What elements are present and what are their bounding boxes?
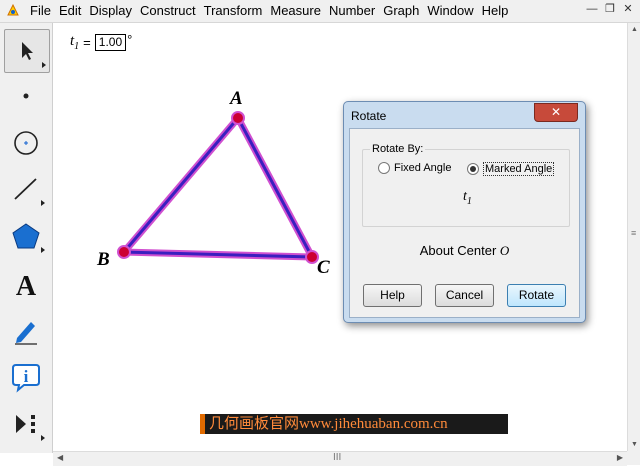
dialog-title: Rotate [351,109,387,123]
radio-fixed-angle[interactable]: Fixed Angle [378,162,451,174]
scroll-corner [627,451,640,465]
dialog-close-button[interactable]: ✕ [534,103,578,122]
rotate-by-label: Rotate By: [370,143,426,155]
horizontal-scrollbar[interactable]: ◀ III ▶ [53,451,627,466]
scroll-left-icon[interactable]: ◀ [57,453,63,462]
label-b[interactable]: B [97,249,110,271]
segment-ca[interactable] [236,116,314,259]
label-c[interactable]: C [317,257,330,279]
watermark-banner: 几何画板官网www.jihehuaban.com.cn [200,414,508,434]
rotate-by-group [362,149,570,227]
help-button[interactable]: Help [363,284,422,307]
label-a[interactable]: A [230,88,243,110]
rotate-dialog: Rotate ✕ Rotate By: Fixed Angle Marked A… [343,101,586,323]
hscroll-thumb-grip[interactable]: III [333,452,341,463]
marked-angle-name: t1 [463,189,472,207]
rotate-button[interactable]: Rotate [507,284,566,307]
scroll-down-icon[interactable]: ▼ [631,441,638,448]
vertical-scrollbar[interactable]: ▲ ≡ ▼ [627,23,640,451]
radio-marked-angle-circle[interactable] [467,163,479,175]
radio-fixed-angle-circle[interactable] [378,162,390,174]
point-a[interactable] [231,111,245,125]
radio-fixed-angle-label[interactable]: Fixed Angle [394,162,451,174]
scroll-thumb-grip[interactable]: ≡ [631,228,636,238]
scroll-right-icon[interactable]: ▶ [617,453,623,462]
dialog-body: Rotate By: Fixed Angle Marked Angle t1 A… [349,128,580,318]
radio-marked-angle[interactable]: Marked Angle [467,162,555,176]
segment-ab[interactable] [122,116,240,254]
cancel-button[interactable]: Cancel [435,284,494,307]
about-center-text: About Center O [419,243,510,258]
radio-marked-angle-label[interactable]: Marked Angle [483,162,555,176]
center-name: O [499,243,510,258]
scroll-up-icon[interactable]: ▲ [631,26,638,33]
point-b[interactable] [117,245,131,259]
close-icon: ✕ [550,105,562,119]
